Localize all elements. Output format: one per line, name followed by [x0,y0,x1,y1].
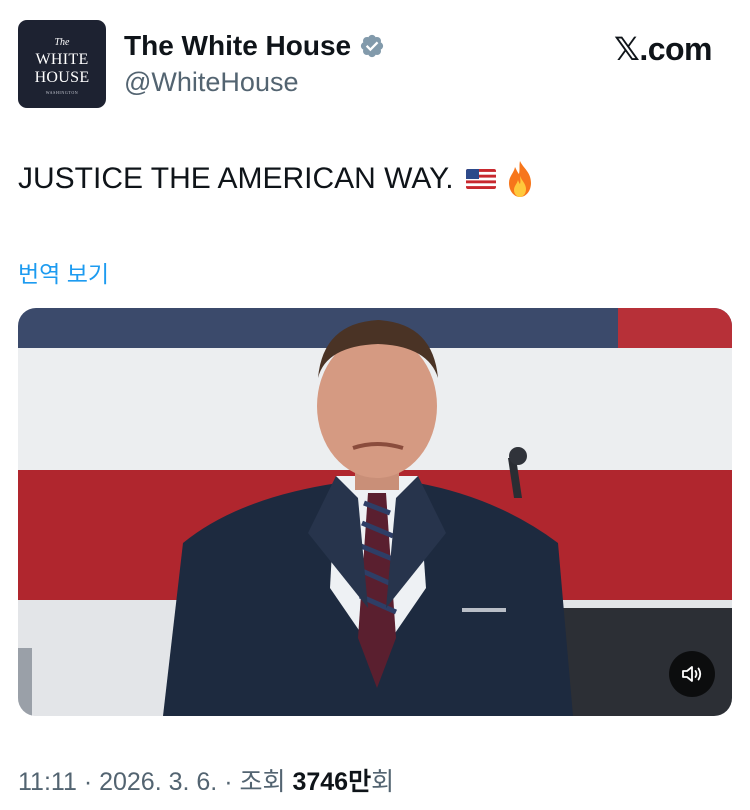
tweet-time[interactable]: 11:11 [18,768,77,796]
white-house-logo[interactable]: The WHITE HOUSE WASHINGTON [18,20,106,108]
views-suffix: 회 [371,768,395,796]
tweet-meta: 11:11 · 2026. 3. 6. · 조회 3746만회 [18,762,394,798]
verified-badge-icon [361,34,384,58]
translate-link[interactable]: 번역 보기 [18,255,109,289]
separator: · [83,768,93,796]
video-frame [18,308,732,716]
logo-text-washington: WASHINGTON [45,90,79,95]
video-player[interactable] [18,308,732,716]
tweet-date[interactable]: 2026. 3. 6. [99,768,217,796]
mute-toggle-button[interactable] [669,651,715,697]
logo-text-the: The [54,37,70,48]
x-com-watermark: 𝕏.com [614,31,712,67]
fire-icon [508,161,531,197]
account-handle[interactable]: @WhiteHouse [124,67,298,98]
us-flag-icon [465,169,496,189]
separator: · [224,768,233,796]
logo-text-house: HOUSE [34,69,90,86]
views-count[interactable]: 3746만 [292,768,371,796]
views-prefix: 조회 [239,768,286,796]
logo-text-white: WHITE [35,51,89,68]
tweet-text-row: JUSTICE THE AMERICAN WAY. [18,160,536,198]
account-name[interactable]: The White House [124,30,351,62]
account-name-row: The White House [124,30,385,62]
views-number: 3746만 [292,768,372,796]
tweet-text: JUSTICE THE AMERICAN WAY. [18,162,454,195]
speaker-icon [682,666,702,682]
